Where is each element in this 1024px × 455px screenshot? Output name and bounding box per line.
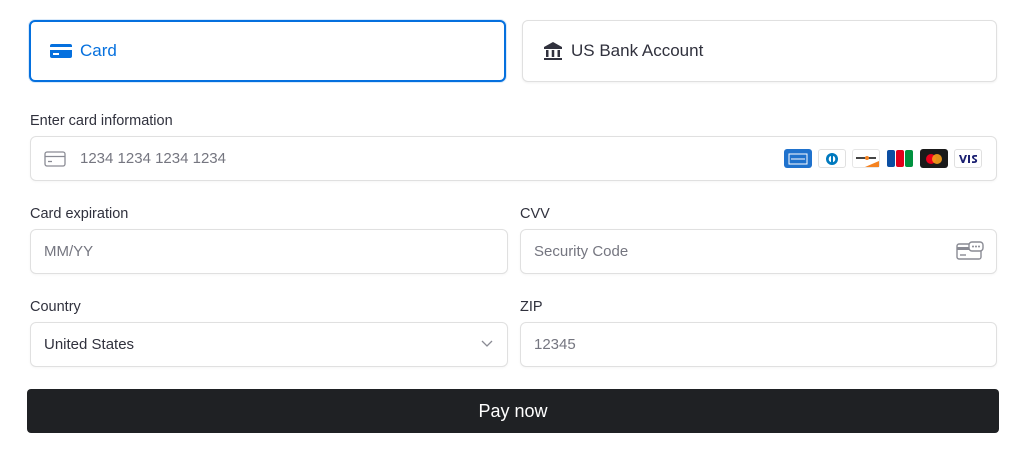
credit-card-icon: [50, 43, 72, 59]
expiration-placeholder: MM/YY: [44, 243, 94, 260]
card-number-placeholder: 1234 1234 1234 1234: [80, 150, 226, 167]
card-field-icon: [44, 150, 66, 167]
country-label: Country: [30, 299, 81, 315]
card-info-label: Enter card information: [30, 113, 173, 129]
zip-placeholder: 12345: [534, 336, 576, 353]
bank-icon: [543, 41, 563, 61]
chevron-down-icon: [481, 340, 493, 348]
cvv-placeholder: Security Code: [534, 243, 629, 260]
tab-bank-label: US Bank Account: [571, 41, 704, 60]
zip-input[interactable]: 12345: [520, 322, 997, 367]
expiration-label: Card expiration: [30, 206, 129, 222]
tab-us-bank-account[interactable]: US Bank Account: [522, 20, 997, 82]
cvv-input[interactable]: Security Code: [520, 229, 997, 274]
zip-label: ZIP: [520, 299, 543, 315]
card-number-input[interactable]: 1234 1234 1234 1234: [30, 136, 997, 181]
amex-icon: [784, 149, 812, 168]
visa-icon: [954, 149, 982, 168]
tab-card-label: Card: [80, 41, 117, 60]
discover-icon: [852, 149, 880, 168]
country-value: United States: [44, 336, 135, 353]
tab-card[interactable]: Card: [29, 20, 506, 82]
diners-club-icon: [818, 149, 846, 168]
pay-now-button[interactable]: Pay now: [27, 389, 999, 433]
jcb-icon: [886, 149, 914, 168]
cvv-label: CVV: [520, 206, 550, 222]
country-select[interactable]: United States: [30, 322, 508, 367]
cvc-card-icon: [956, 241, 984, 261]
expiration-input[interactable]: MM/YY: [30, 229, 508, 274]
mastercard-icon: [920, 149, 948, 168]
card-brand-logos: [784, 149, 982, 168]
